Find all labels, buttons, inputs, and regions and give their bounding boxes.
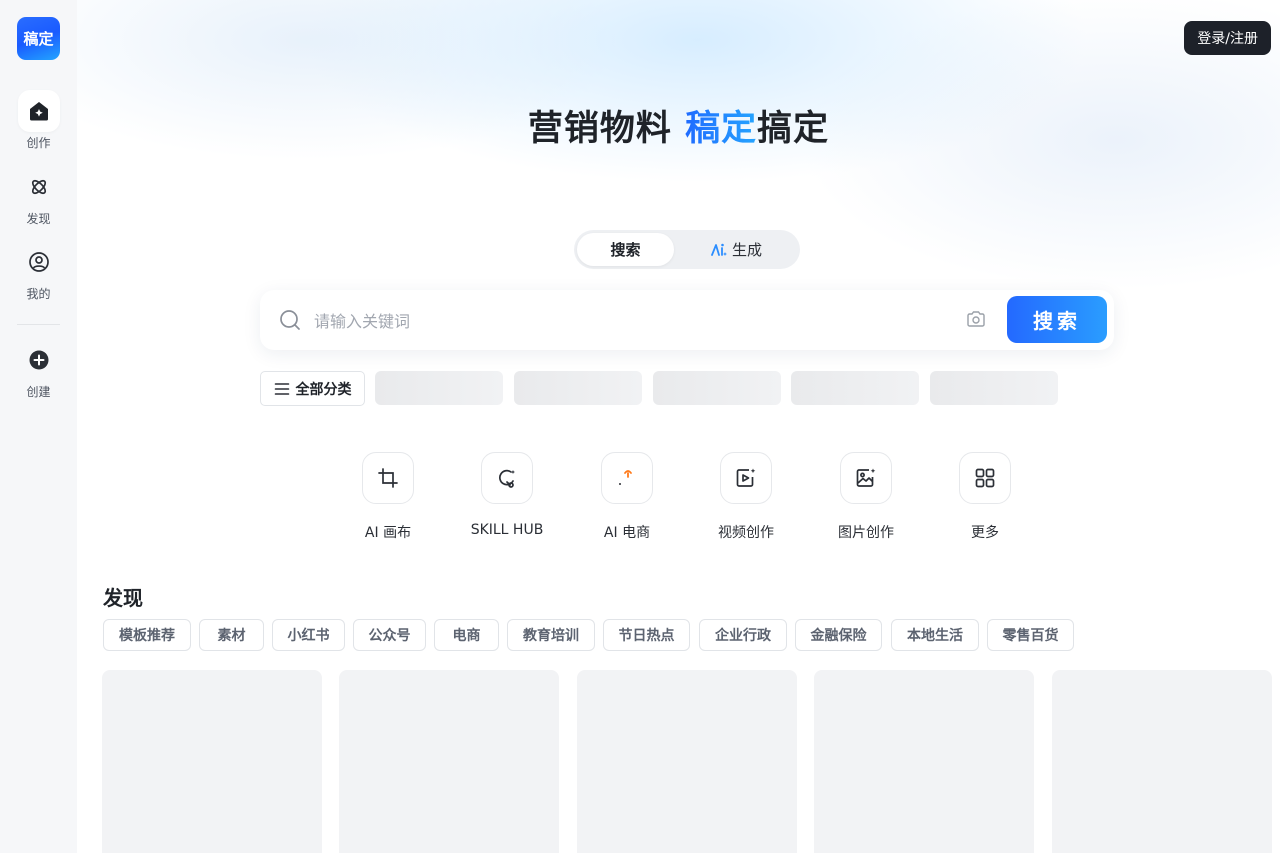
- tool-label: AI 电商: [603, 525, 651, 541]
- tab-search[interactable]: 搜索: [577, 233, 674, 266]
- tool-label: SKILL HUB: [470, 522, 544, 538]
- plus-circle-icon: [18, 339, 60, 381]
- tab-search-label: 搜索: [610, 241, 641, 259]
- sidebar-item-discover[interactable]: 发现: [0, 166, 77, 227]
- sidebar-item-create[interactable]: 创作: [0, 90, 77, 151]
- search-box: 搜索: [260, 290, 1114, 350]
- tool-skill-hub[interactable]: SKILL HUB: [452, 452, 562, 538]
- template-card[interactable]: [814, 670, 1034, 853]
- tool-label: 视频创作: [718, 525, 774, 541]
- all-categories-button[interactable]: 全部分类: [260, 371, 365, 406]
- sidebar: 稿定 创作 发现 我的 创建: [0, 0, 77, 853]
- app-logo[interactable]: 稿定: [17, 17, 60, 60]
- category-placeholder: [653, 371, 781, 405]
- video-create-icon: [720, 452, 772, 504]
- tag-local-life[interactable]: 本地生活: [891, 619, 979, 651]
- tool-image-create[interactable]: 图片创作: [811, 452, 921, 542]
- camera-icon[interactable]: [966, 310, 986, 332]
- tag-official-account[interactable]: 公众号: [353, 619, 426, 651]
- tag-xiaohongshu[interactable]: 小红书: [272, 619, 345, 651]
- tool-more[interactable]: 更多: [930, 452, 1040, 542]
- sidebar-item-label: 创建: [26, 385, 51, 399]
- tag-retail[interactable]: 零售百货: [987, 619, 1074, 651]
- hero-title-accent: 稿定: [685, 109, 758, 149]
- tag-education[interactable]: 教育培训: [507, 619, 595, 651]
- sidebar-item-mine[interactable]: 我的: [0, 241, 77, 302]
- tool-ai-canvas[interactable]: AI 画布: [333, 452, 443, 542]
- skill-hub-icon: [481, 452, 533, 504]
- sidebar-item-label: 我的: [26, 287, 51, 301]
- tag-holidays[interactable]: 节日热点: [603, 619, 690, 651]
- menu-icon: [274, 382, 290, 396]
- sidebar-item-new[interactable]: 创建: [0, 339, 77, 400]
- tool-label: 图片创作: [838, 525, 894, 541]
- category-placeholder: [930, 371, 1058, 405]
- sidebar-item-label: 创作: [26, 136, 51, 150]
- hero-title: 营销物料 稿定搞定: [77, 100, 1280, 151]
- user-icon: [18, 241, 60, 283]
- template-card[interactable]: [339, 670, 559, 853]
- all-categories-label: 全部分类: [295, 381, 352, 398]
- search-icon: [279, 309, 301, 335]
- ecommerce-icon: [601, 452, 653, 504]
- tag-enterprise[interactable]: 企业行政: [699, 619, 787, 651]
- template-card[interactable]: [577, 670, 797, 853]
- discover-title: 发现: [103, 586, 143, 610]
- image-create-icon: [840, 452, 892, 504]
- category-placeholder: [375, 371, 503, 405]
- tag-ecommerce[interactable]: 电商: [434, 619, 499, 651]
- tool-video-create[interactable]: 视频创作: [691, 452, 801, 542]
- category-placeholder: [791, 371, 919, 405]
- tag-templates[interactable]: 模板推荐: [103, 619, 191, 651]
- sidebar-item-label: 发现: [26, 212, 51, 226]
- main-area: 登录/注册 营销物料 稿定搞定 搜索 生成 请输入关键词 搜索 全部分类 AI …: [77, 0, 1280, 853]
- tab-generate-label: 生成: [731, 241, 762, 259]
- tool-label: 更多: [971, 525, 999, 541]
- grid-more-icon: [959, 452, 1011, 504]
- sidebar-divider: [17, 324, 60, 325]
- login-register-button[interactable]: 登录/注册: [1184, 21, 1271, 55]
- home-icon: [17, 90, 60, 132]
- search-button[interactable]: 搜索: [1007, 296, 1107, 343]
- tool-label: AI 画布: [364, 525, 412, 541]
- crop-canvas-icon: [362, 452, 414, 504]
- search-input[interactable]: [312, 304, 936, 338]
- tag-finance[interactable]: 金融保险: [795, 619, 882, 651]
- template-card[interactable]: [1052, 670, 1272, 853]
- tool-ai-ecommerce[interactable]: AI 电商: [572, 452, 682, 542]
- hero-title-part1: 营销物料: [527, 109, 686, 149]
- tab-generate[interactable]: 生成: [686, 233, 786, 266]
- ai-sparkle-icon: [710, 243, 728, 257]
- template-card[interactable]: [102, 670, 322, 853]
- discover-icon: [18, 166, 60, 208]
- tag-materials[interactable]: 素材: [199, 619, 264, 651]
- category-placeholder: [514, 371, 642, 405]
- hero-title-part2: 搞定: [757, 109, 830, 149]
- mode-switch: 搜索 生成: [574, 230, 800, 269]
